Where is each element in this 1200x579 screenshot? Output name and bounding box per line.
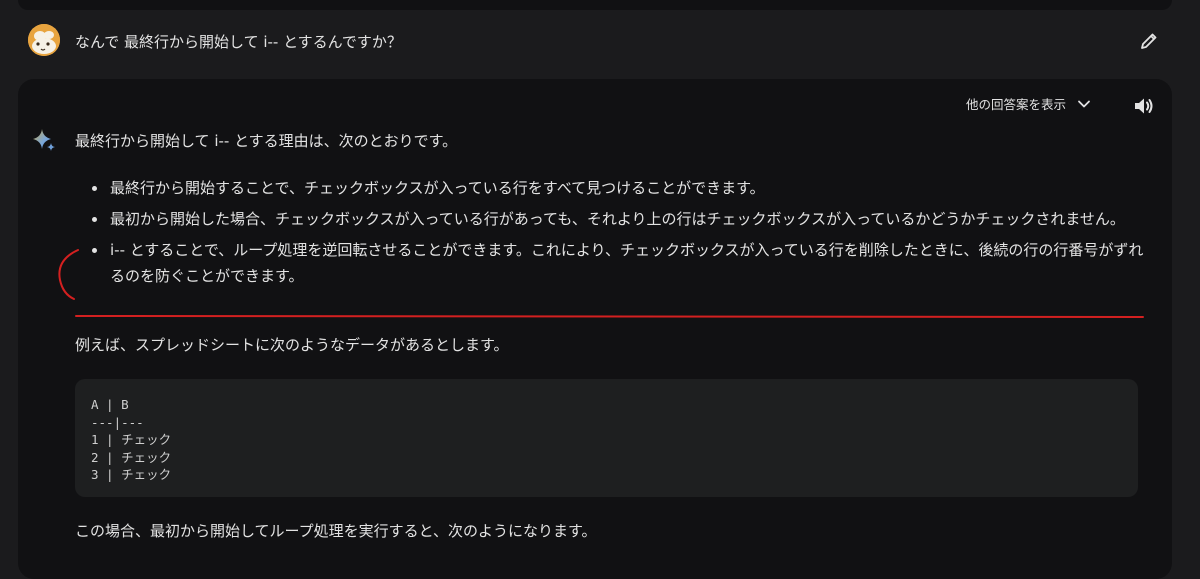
show-drafts-button[interactable]: 他の回答案を表示	[966, 94, 1092, 113]
response-intro: 最終行から開始して i-- とする理由は、次のとおりです。	[75, 132, 458, 150]
pencil-icon	[1141, 33, 1157, 49]
code-line: ---|---	[91, 414, 144, 430]
avatar-image	[28, 24, 60, 56]
user-message-text: なんで 最終行から開始して i-- とするんですか？	[75, 33, 402, 51]
edit-button[interactable]	[1136, 28, 1162, 54]
speaker-icon	[1135, 98, 1153, 114]
code-line: A | B	[91, 397, 129, 412]
list-item: 最終行から開始することで、チェックボックスが入っている行をすべて見つけることがで…	[92, 175, 1152, 201]
list-item: 最初から開始した場合、チェックボックスが入っている行があっても、それより上の行は…	[92, 206, 1152, 232]
user-message-row: なんで 最終行から開始して i-- とするんですか？	[0, 18, 1200, 66]
after-code-text: この場合、最初から開始してループ処理を実行すると、次のようになります。	[75, 522, 597, 540]
reason-list: 最終行から開始することで、チェックボックスが入っている行をすべて見つけることがで…	[92, 175, 1152, 294]
code-line: 3 | チェック	[91, 467, 172, 482]
assistant-sparkle-icon	[30, 127, 58, 155]
response-panel	[18, 79, 1172, 579]
sparkle-icon	[33, 129, 55, 151]
chevron-down-icon	[1078, 100, 1090, 107]
user-avatar[interactable]	[28, 24, 60, 56]
list-item: i-- とすることで、ループ処理を逆回転させることができます。これにより、チェッ…	[92, 237, 1152, 289]
code-line: 1 | チェック	[91, 432, 172, 447]
read-aloud-button[interactable]	[1131, 94, 1155, 118]
previous-panel-edge	[18, 0, 1172, 10]
example-intro: 例えば、スプレッドシートに次のようなデータがあるとします。	[75, 336, 509, 354]
code-block: A | B ---|--- 1 | チェック 2 | チェック 3 | チェック	[75, 379, 1138, 497]
code-line: 2 | チェック	[91, 449, 172, 465]
show-drafts-label: 他の回答案を表示	[966, 97, 1067, 112]
